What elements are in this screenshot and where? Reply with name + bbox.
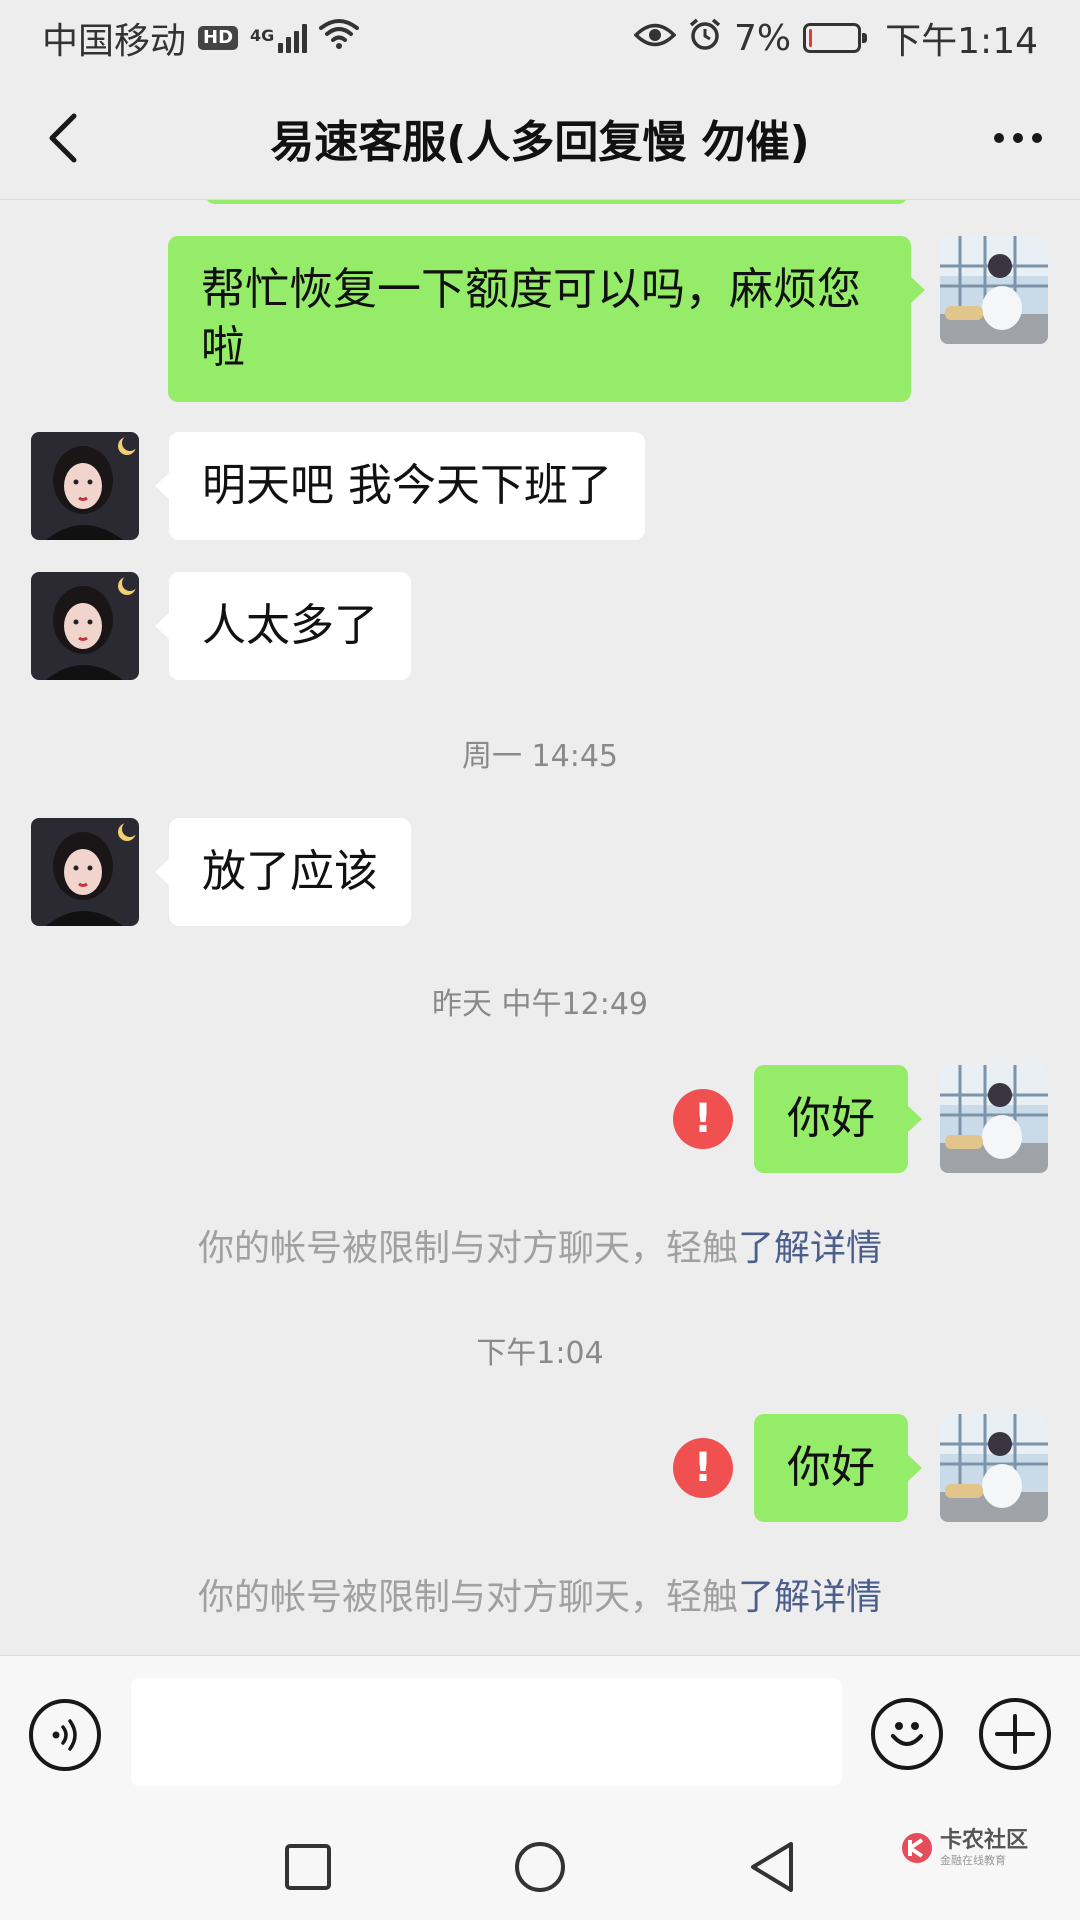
more-icon [994,133,1042,143]
wifi-icon [319,18,360,59]
restriction-notice: 你的帐号被限制与对方聊天，轻触了解详情 [0,1219,1080,1271]
home-button[interactable] [500,1827,580,1907]
back-button[interactable] [34,106,94,170]
restriction-notice: 你的帐号被限制与对方聊天，轻触了解详情 [0,1568,1080,1620]
self-avatar[interactable] [940,1065,1048,1173]
learn-more-link[interactable]: 了解详情 [738,1228,882,1269]
notice-text: 你的帐号被限制与对方聊天，轻触 [197,1228,738,1269]
contact-message-bubble[interactable]: 明天吧 我今天下班了 [155,432,645,540]
emoji-button[interactable] [871,1698,943,1770]
eye-icon [633,18,677,59]
contact-avatar[interactable] [31,432,139,540]
status-time: 下午1:14 [885,21,1038,62]
plus-icon [995,1714,1035,1754]
plus-button[interactable] [979,1698,1051,1770]
watermark-logo-icon [902,1833,932,1863]
timestamp: 下午1:04 [476,1336,604,1371]
learn-more-link[interactable]: 了解详情 [738,1577,882,1618]
recents-button[interactable] [268,1827,348,1907]
network-type: 4G [250,26,275,45]
circle-icon [515,1842,565,1892]
chat-header: 易速客服(人多回复慢 勿催) [0,76,1080,200]
partial-message-bubble [205,200,908,204]
send-failed-icon[interactable]: ! [673,1089,733,1149]
notice-text: 你的帐号被限制与对方聊天，轻触 [197,1577,738,1618]
watermark-text: 卡农社区 金融在线教育 [940,1828,1029,1867]
contact-message-bubble[interactable]: 放了应该 [155,818,411,926]
self-avatar[interactable] [940,1414,1048,1522]
alarm-icon [688,17,722,60]
status-bar: 中国移动 HD 4G 7% 下午1:14 [0,0,1080,76]
battery-level [809,29,813,47]
square-icon [285,1844,331,1890]
chevron-left-icon [49,113,77,163]
message-input[interactable] [131,1678,842,1786]
chat-messages[interactable]: 帮忙恢复一下额度可以吗，麻烦您啦 明天吧 我今天下班了 人太多了 周一 14:4… [0,200,1080,1655]
timestamp: 昨天 中午12:49 [432,987,648,1022]
voice-icon [52,1719,77,1751]
self-message-bubble[interactable]: 你好 [754,1065,922,1173]
back-nav-button[interactable] [732,1827,812,1907]
self-avatar[interactable] [940,236,1048,344]
contact-avatar[interactable] [31,572,139,680]
send-failed-icon[interactable]: ! [673,1438,733,1498]
voice-button[interactable] [29,1699,101,1771]
self-message-bubble[interactable]: 你好 [754,1414,922,1522]
watermark-tagline: 金融在线教育 [940,1854,1006,1867]
contact-avatar[interactable] [31,818,139,926]
emoji-icon [891,1722,923,1746]
contact-message-bubble[interactable]: 人太多了 [155,572,411,680]
hd-badge: HD [198,26,239,50]
watermark-name: 卡农社区 [940,1828,1029,1853]
status-right: 7% 下午1:14 [633,12,1038,64]
triangle-back-icon [751,1842,793,1892]
timestamp: 周一 14:45 [462,739,618,774]
chat-title: 易速客服(人多回复慢 勿催) [270,116,810,168]
more-button[interactable] [984,106,1052,170]
status-left: 中国移动 HD 4G [42,12,360,64]
carrier-name: 中国移动 [42,21,187,62]
battery-percent: 7% [734,17,792,59]
signal-icon [278,23,308,53]
battery-icon [803,23,868,53]
self-message-bubble[interactable]: 帮忙恢复一下额度可以吗，麻烦您啦 [168,236,925,402]
watermark: 卡农社区 金融在线教育 [900,1830,1028,1866]
